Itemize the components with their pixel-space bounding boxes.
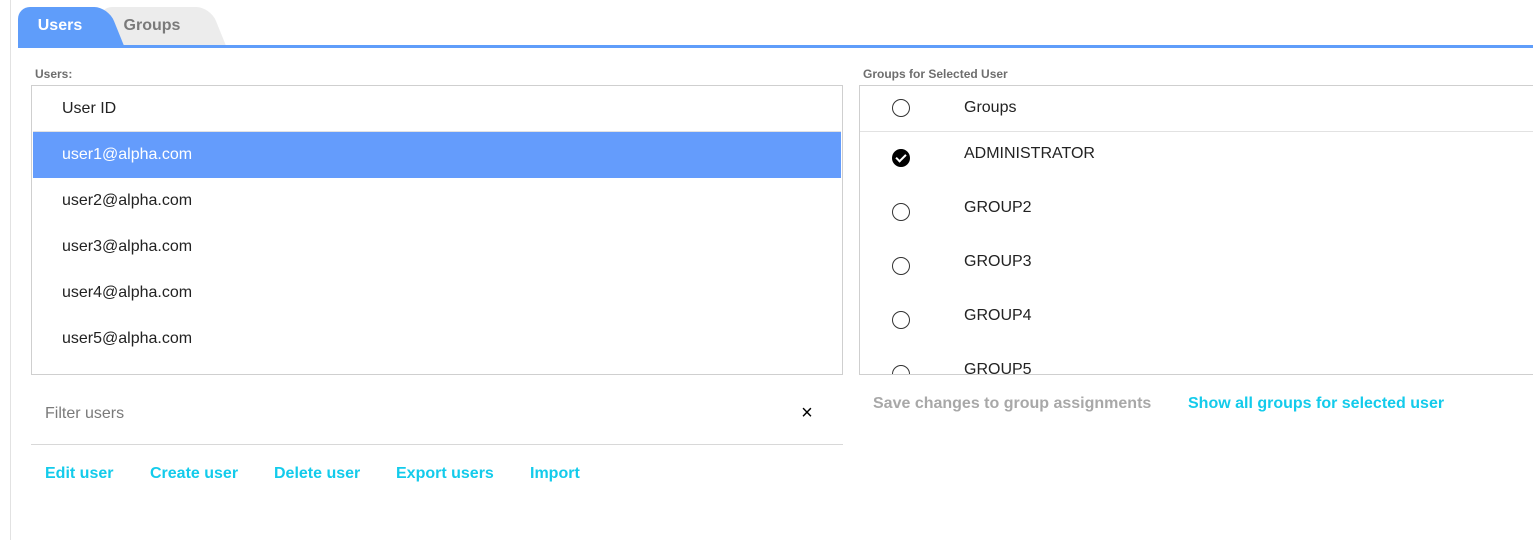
group-row-administrator[interactable]: ADMINISTRATOR — [860, 132, 1533, 186]
group-radio[interactable] — [892, 257, 910, 275]
create-user-link[interactable]: Create user — [150, 465, 238, 483]
groups-section-label: Groups for Selected User — [863, 67, 1008, 81]
group-row-group2[interactable]: GROUP2 — [860, 186, 1533, 240]
tab-users[interactable]: Users — [18, 7, 102, 45]
user-row-5[interactable]: user5@alpha.com — [33, 316, 841, 362]
group-row-group5[interactable]: GROUP5 — [860, 348, 1533, 375]
save-group-changes-link[interactable]: Save changes to group assignments — [873, 395, 1151, 413]
group-radio[interactable] — [892, 203, 910, 221]
groups-list: Groups ADMINISTRATOR GROUP2 GROUP3 GROUP… — [859, 85, 1533, 375]
group-row-group3[interactable]: GROUP3 — [860, 240, 1533, 294]
select-all-radio[interactable] — [892, 99, 910, 117]
group-name: GROUP4 — [964, 307, 1032, 324]
user-id-column-header: User ID — [33, 86, 841, 132]
import-link[interactable]: Import — [530, 465, 580, 483]
left-border — [10, 0, 11, 540]
export-users-link[interactable]: Export users — [396, 465, 494, 483]
group-radio[interactable] — [892, 365, 910, 374]
group-row-group4[interactable]: GROUP4 — [860, 294, 1533, 348]
user-row-2[interactable]: user2@alpha.com — [33, 178, 841, 224]
users-list: User ID user1@alpha.com user2@alpha.com … — [31, 85, 843, 375]
clear-filter-icon[interactable]: × — [798, 401, 816, 425]
tab-users-label: Users — [37, 17, 83, 34]
show-all-groups-link[interactable]: Show all groups for selected user — [1188, 395, 1444, 413]
user-row-4[interactable]: user4@alpha.com — [33, 270, 841, 316]
user-row-3[interactable]: user3@alpha.com — [33, 224, 841, 270]
edit-user-link[interactable]: Edit user — [45, 465, 113, 483]
groups-column-header: Groups — [860, 86, 1533, 132]
filter-users-field: × — [31, 393, 843, 445]
delete-user-link[interactable]: Delete user — [274, 465, 360, 483]
group-name: ADMINISTRATOR — [964, 145, 1095, 162]
group-radio[interactable] — [892, 311, 910, 329]
tab-bar: Users Groups — [18, 7, 1533, 47]
user-row-1[interactable]: user1@alpha.com — [33, 132, 841, 178]
group-name: GROUP2 — [964, 199, 1032, 216]
tab-underline — [18, 45, 1533, 48]
filter-users-input[interactable] — [31, 393, 787, 435]
group-name: GROUP5 — [964, 361, 1032, 375]
tab-groups-label: Groups — [123, 17, 181, 34]
groups-header-label: Groups — [964, 99, 1017, 116]
group-checked-radio[interactable] — [892, 149, 910, 167]
users-section-label: Users: — [35, 67, 73, 81]
group-name: GROUP3 — [964, 253, 1032, 270]
